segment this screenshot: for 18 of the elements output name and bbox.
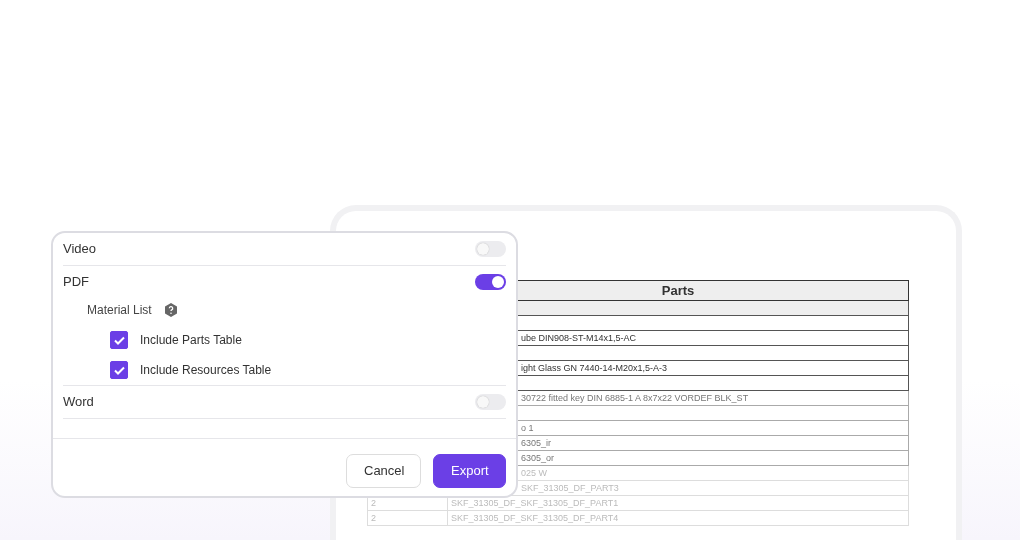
check-icon <box>113 365 125 375</box>
help-icon[interactable] <box>163 303 178 317</box>
check-icon <box>113 335 125 345</box>
checkbox-label: Include Parts Table <box>140 332 242 349</box>
checkbox[interactable] <box>110 331 128 349</box>
toggle-switch[interactable] <box>475 394 506 410</box>
option-label: PDF <box>63 273 89 292</box>
toggle-switch[interactable] <box>475 274 506 290</box>
checkbox-label: Include Resources Table <box>140 362 272 379</box>
table-cell: 2 <box>367 510 448 526</box>
option-label: Video <box>63 240 96 259</box>
cancel-button[interactable]: Cancel <box>346 454 421 488</box>
checkbox[interactable] <box>110 361 128 379</box>
table-cell: SKF_31305_DF_SKF_31305_DF_PART4 <box>447 510 909 526</box>
toggle-switch[interactable] <box>475 241 506 257</box>
option-label: Word <box>63 393 94 412</box>
section-label: Material List <box>87 302 152 319</box>
export-button[interactable]: Export <box>433 454 506 488</box>
